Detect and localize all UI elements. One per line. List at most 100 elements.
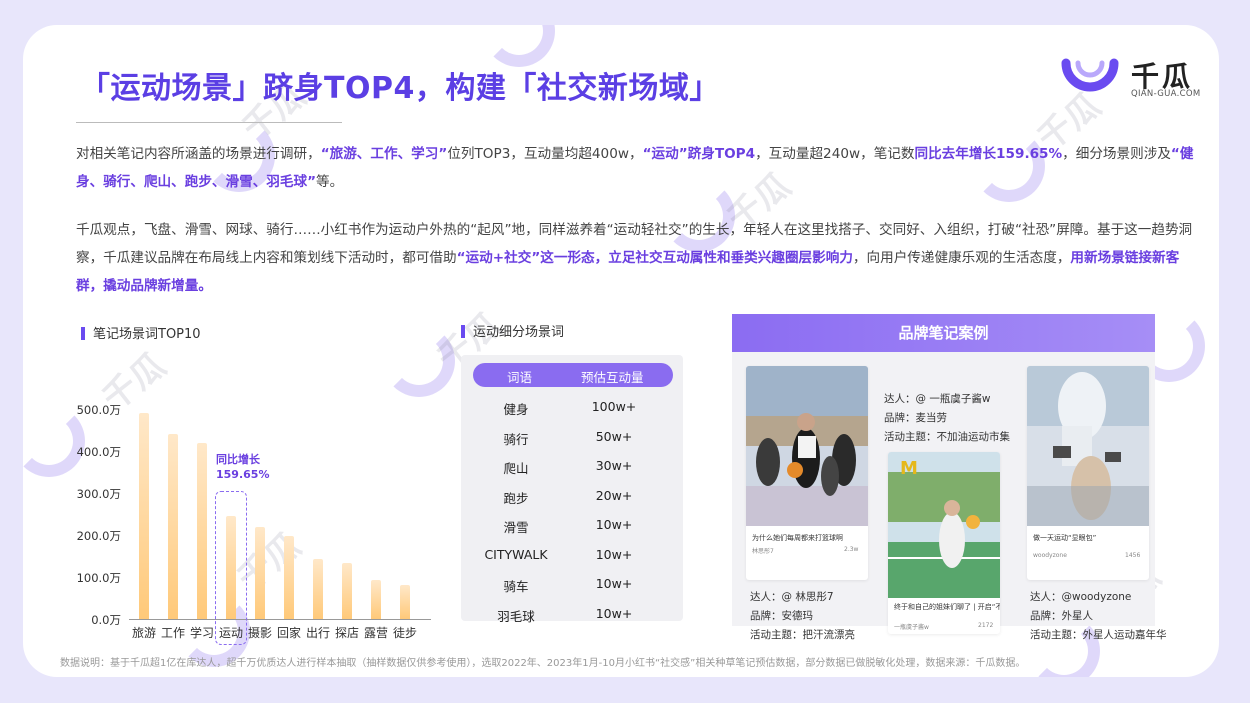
note-user: woodyzone <box>1033 552 1067 559</box>
insight-paragraph: 千瓜观点，飞盘、滑雪、网球、骑行……小红书作为运动户外热的“起风”地，同样滋养着… <box>76 216 1196 300</box>
case-topic: 活动主题：不加油运动市集 <box>884 431 1010 443</box>
note-user: 林思彤7 <box>752 548 774 555</box>
table-cell-word: 爬山 <box>503 461 529 476</box>
case-brand: 品牌：安德玛 <box>750 610 813 622</box>
table-cell-word: CITYWALK <box>484 546 548 562</box>
note-card-2[interactable]: M 终于和自己的姐妹们聊了 | 开启“不加班”人生 一瓶虞子酱w 2172 <box>888 452 1000 634</box>
table-row: 爬山 30w+ <box>461 454 683 480</box>
case-info-2: 达人：@ 一瓶虞子酱w 品牌：麦当劳 活动主题：不加油运动市集 <box>884 390 1010 447</box>
case-info-3: 达人：@woodyzone 品牌：外星人 活动主题：外星人运动嘉年华 <box>1030 588 1167 645</box>
y-tick-label: 500.0万 <box>76 403 121 417</box>
chart-section-title: 笔记场景词TOP10 <box>81 323 201 342</box>
watermark-ring-icon <box>483 25 555 67</box>
bar-探店 <box>342 563 352 619</box>
alien-photo <box>1027 366 1149 526</box>
note-caption: 做一天运动“显眼包” <box>1033 534 1097 542</box>
scene-bar-chart: 0.0万 100.0万 200.0万 300.0万 400.0万 500.0万 旅游 工作 学习… <box>73 367 433 645</box>
table-row: 骑行 50w+ <box>461 425 683 451</box>
table-cell-value: 10w+ <box>595 517 633 532</box>
note-caption: 终于和自己的姐妹们聊了 | 开启“不加班”人生 <box>894 603 1000 611</box>
brand-case-title: 品牌笔记案例 <box>732 314 1155 352</box>
table-cell-value: 20w+ <box>595 487 633 503</box>
table-section-title: 运动细分场景词 <box>461 321 564 340</box>
table-cell-value: 100w+ <box>591 399 637 414</box>
table-cell-word: 跑步 <box>503 490 529 506</box>
growth-highlight-box <box>215 491 247 645</box>
svg-text:M: M <box>900 458 918 479</box>
note-likes: 1456 <box>1125 552 1141 559</box>
case-topic: 活动主题：把汗流漂亮 <box>750 629 855 641</box>
table-header: 词语 预估互动量 <box>473 363 673 387</box>
text-span: ，细分场景则涉及 <box>1062 146 1171 162</box>
text-span: ，向用户传递健康乐观的生活态度， <box>852 250 1071 266</box>
table-row: 跑步 20w+ <box>461 484 683 510</box>
table-cell-word: 羽毛球 <box>497 608 535 624</box>
brand-case-panel: 品牌笔记案例 为什么她们每周都来打篮球啊 林思彤7 2.3w 达人：@ 林思彤7 <box>732 314 1167 641</box>
text-span: 对相关笔记内容所涵盖的场景进行调研， <box>76 146 321 162</box>
table-row: CITYWALK 10w+ <box>461 543 683 569</box>
table-cell-value: 10w+ <box>595 576 633 591</box>
highlight-span: “旅游、工作、学习” <box>320 146 448 162</box>
case-talent: 达人：@woodyzone <box>1030 591 1132 603</box>
title-divider <box>76 122 342 123</box>
table-cell-word: 骑车 <box>503 579 529 594</box>
text-span: ，互动量超240w，笔记数 <box>755 146 915 162</box>
y-tick-label: 100.0万 <box>76 571 121 585</box>
logo-domain: QIAN-GUA.COM <box>1131 89 1201 99</box>
growth-annotation: 同比增长 159.65% <box>216 453 270 481</box>
note-card-1[interactable]: 为什么她们每周都来打篮球啊 林思彤7 2.3w <box>746 366 868 580</box>
y-tick-label: 0.0万 <box>91 613 121 627</box>
page-title: 「运动场景」跻身TOP4，构建「社交新场域」 <box>80 71 720 106</box>
y-tick-label: 300.0万 <box>76 487 121 501</box>
sport-scene-table: 词语 预估互动量 健身 100w+ 骑行 50w+ 爬山 30w+ 跑步 20w+ 滑雪 10w+… <box>461 355 683 624</box>
table-row: 羽毛球 10w+ <box>461 602 683 628</box>
case-brand: 品牌：外星人 <box>1030 610 1093 622</box>
bar-徒步 <box>400 585 410 619</box>
table-cell-word: 骑行 <box>503 431 529 447</box>
highlight-span: “运动+社交”这一形态，立足社交互动属性和垂类兴趣圈层影响力 <box>456 250 853 266</box>
highlight-span: 同比去年增长159.65% <box>914 146 1063 162</box>
bar-出行 <box>313 559 323 619</box>
table-header-word: 词语 <box>507 370 533 385</box>
x-tick-label: 徒步 <box>392 626 417 640</box>
y-tick-label: 400.0万 <box>76 445 121 459</box>
x-axis-line <box>129 619 431 620</box>
bar-旅游 <box>139 413 149 619</box>
highlight-span: “运动”跻身TOP4 <box>642 146 756 162</box>
note-user: 一瓶虞子酱w <box>894 624 929 631</box>
note-caption: 为什么她们每周都来打篮球啊 <box>752 534 843 542</box>
table-cell-value: 50w+ <box>595 428 633 444</box>
table-row: 健身 100w+ <box>461 395 683 421</box>
pickleball-photo: M <box>888 452 1000 598</box>
brand-logo: 千瓜 QIAN-GUA.COM <box>1060 55 1200 115</box>
case-info-1: 达人：@ 林思彤7 品牌：安德玛 活动主题：把汗流漂亮 <box>750 588 855 645</box>
table-cell-value: 30w+ <box>595 458 633 473</box>
table-cell-word: 健身 <box>503 402 529 417</box>
text-span: 位列TOP3，互动量均超400w， <box>447 146 643 162</box>
text-span: 等。 <box>316 174 344 190</box>
note-likes: 2172 <box>978 622 994 629</box>
table-cell-value: 10w+ <box>595 605 633 621</box>
table-row: 滑雪 10w+ <box>461 513 683 539</box>
logo-mark-icon <box>1061 58 1119 92</box>
summary-paragraph: 对相关笔记内容所涵盖的场景进行调研，“旅游、工作、学习”位列TOP3，互动量均超… <box>76 140 1196 196</box>
bar-回家 <box>284 535 294 619</box>
case-talent: 达人：@ 一瓶虞子酱w <box>884 393 991 405</box>
bar-学习 <box>197 442 207 619</box>
case-brand: 品牌：麦当劳 <box>884 412 947 424</box>
table-cell-word: 滑雪 <box>503 520 529 535</box>
table-row: 骑车 10w+ <box>461 572 683 598</box>
y-tick-label: 200.0万 <box>76 529 121 543</box>
bar-摄影 <box>255 527 265 619</box>
bar-露营 <box>371 580 381 619</box>
data-footnote: 数据说明：基于千瓜超1亿在库达人，超千万优质达人进行样本抽取（抽样数据仅供参考使… <box>60 658 1026 669</box>
case-topic: 活动主题：外星人运动嘉年华 <box>1030 629 1167 641</box>
basketball-photo <box>746 366 868 526</box>
note-card-3[interactable]: 做一天运动“显眼包” woodyzone 1456 <box>1027 366 1149 580</box>
bar-工作 <box>168 434 178 619</box>
table-cell-value: 10w+ <box>595 546 633 562</box>
note-likes: 2.3w <box>844 546 859 553</box>
table-header-interaction: 预估互动量 <box>581 370 644 385</box>
case-talent: 达人：@ 林思彤7 <box>750 591 834 603</box>
slide-card: 千瓜 千瓜 千瓜 千瓜 千瓜 千瓜 千瓜 千瓜 千瓜 「运动场景」跻身TOP4，… <box>23 25 1219 677</box>
